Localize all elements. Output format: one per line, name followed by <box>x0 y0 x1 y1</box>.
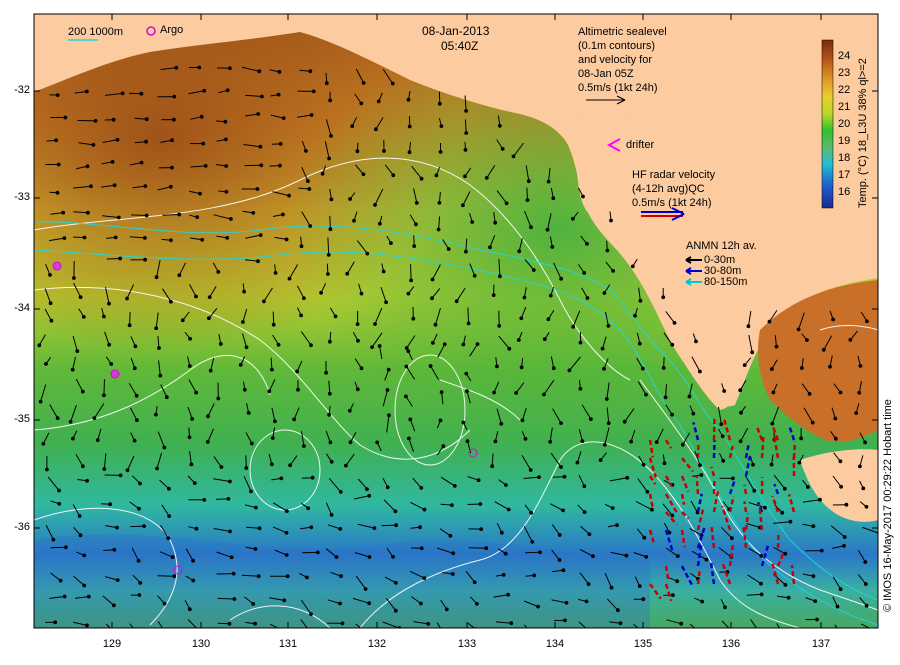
y-tick-label: -36 <box>2 521 30 533</box>
anmn-legend-item: 80-150m <box>704 276 747 289</box>
x-tick-label: 131 <box>273 638 303 650</box>
colorbar-tick: 21 <box>838 101 850 113</box>
x-tick-label: 136 <box>716 638 746 650</box>
x-tick-label: 135 <box>628 638 658 650</box>
altimetry-note-line: and velocity for <box>578 54 652 67</box>
x-tick-label: 134 <box>540 638 570 650</box>
y-tick-label: -32 <box>2 84 30 96</box>
altimetry-note-line: (0.1m contours) <box>578 40 655 53</box>
map-date: 08-Jan-2013 <box>422 25 489 38</box>
colorbar-tick: 20 <box>838 118 850 130</box>
x-tick-label: 132 <box>362 638 392 650</box>
x-tick-label: 129 <box>97 638 127 650</box>
drifter-legend-label: drifter <box>626 139 654 152</box>
colorbar-tick: 19 <box>838 135 850 147</box>
y-tick-label: -33 <box>2 191 30 203</box>
hf-radar-arrow <box>714 417 715 440</box>
x-tick-label: 133 <box>452 638 482 650</box>
map-canvas <box>0 0 900 660</box>
hf-radar-note-line: HF radar velocity <box>632 169 715 182</box>
colorbar-tick: 22 <box>838 84 850 96</box>
altimetry-note-line: 0.5m/s (1kt 24h) <box>578 82 657 95</box>
altimetry-note-line: 08-Jan 05Z <box>578 68 634 81</box>
hf-radar-note-line: (4-12h avg)QC <box>632 183 705 196</box>
map-time: 05:40Z <box>441 40 478 53</box>
credit-text: © IMOS 16-May-2017 00:29:22 Hobart time <box>882 399 894 612</box>
y-tick-label: -34 <box>2 302 30 314</box>
y-tick-label: -35 <box>2 413 30 425</box>
hf-radar-note-line: 0.5m/s (1kt 24h) <box>632 197 711 210</box>
ocean-temperature-map: 200 1000m Argo 08-Jan-2013 05:40Z Altime… <box>0 0 900 660</box>
hf-radar-arrow <box>762 436 763 458</box>
colorbar-tick: 17 <box>838 169 850 181</box>
argo-float <box>111 370 119 378</box>
colorbar-tick: 23 <box>838 67 850 79</box>
colorbar-tick: 24 <box>838 50 850 62</box>
colorbar-label: Temp. (°C) 18_L3U 38% ql>=2 <box>857 58 869 208</box>
anmn-legend-title: ANMN 12h av. <box>686 240 757 253</box>
argo-legend-label: Argo <box>160 24 183 37</box>
depth-legend-label: 200 1000m <box>68 26 123 39</box>
x-tick-label: 137 <box>806 638 836 650</box>
altimetry-note-line: Altimetric sealevel <box>578 26 667 39</box>
colorbar-tick: 18 <box>838 152 850 164</box>
x-tick-label: 130 <box>186 638 216 650</box>
colorbar-tick: 16 <box>838 186 850 198</box>
colorbar <box>822 40 833 208</box>
argo-float <box>53 262 61 270</box>
